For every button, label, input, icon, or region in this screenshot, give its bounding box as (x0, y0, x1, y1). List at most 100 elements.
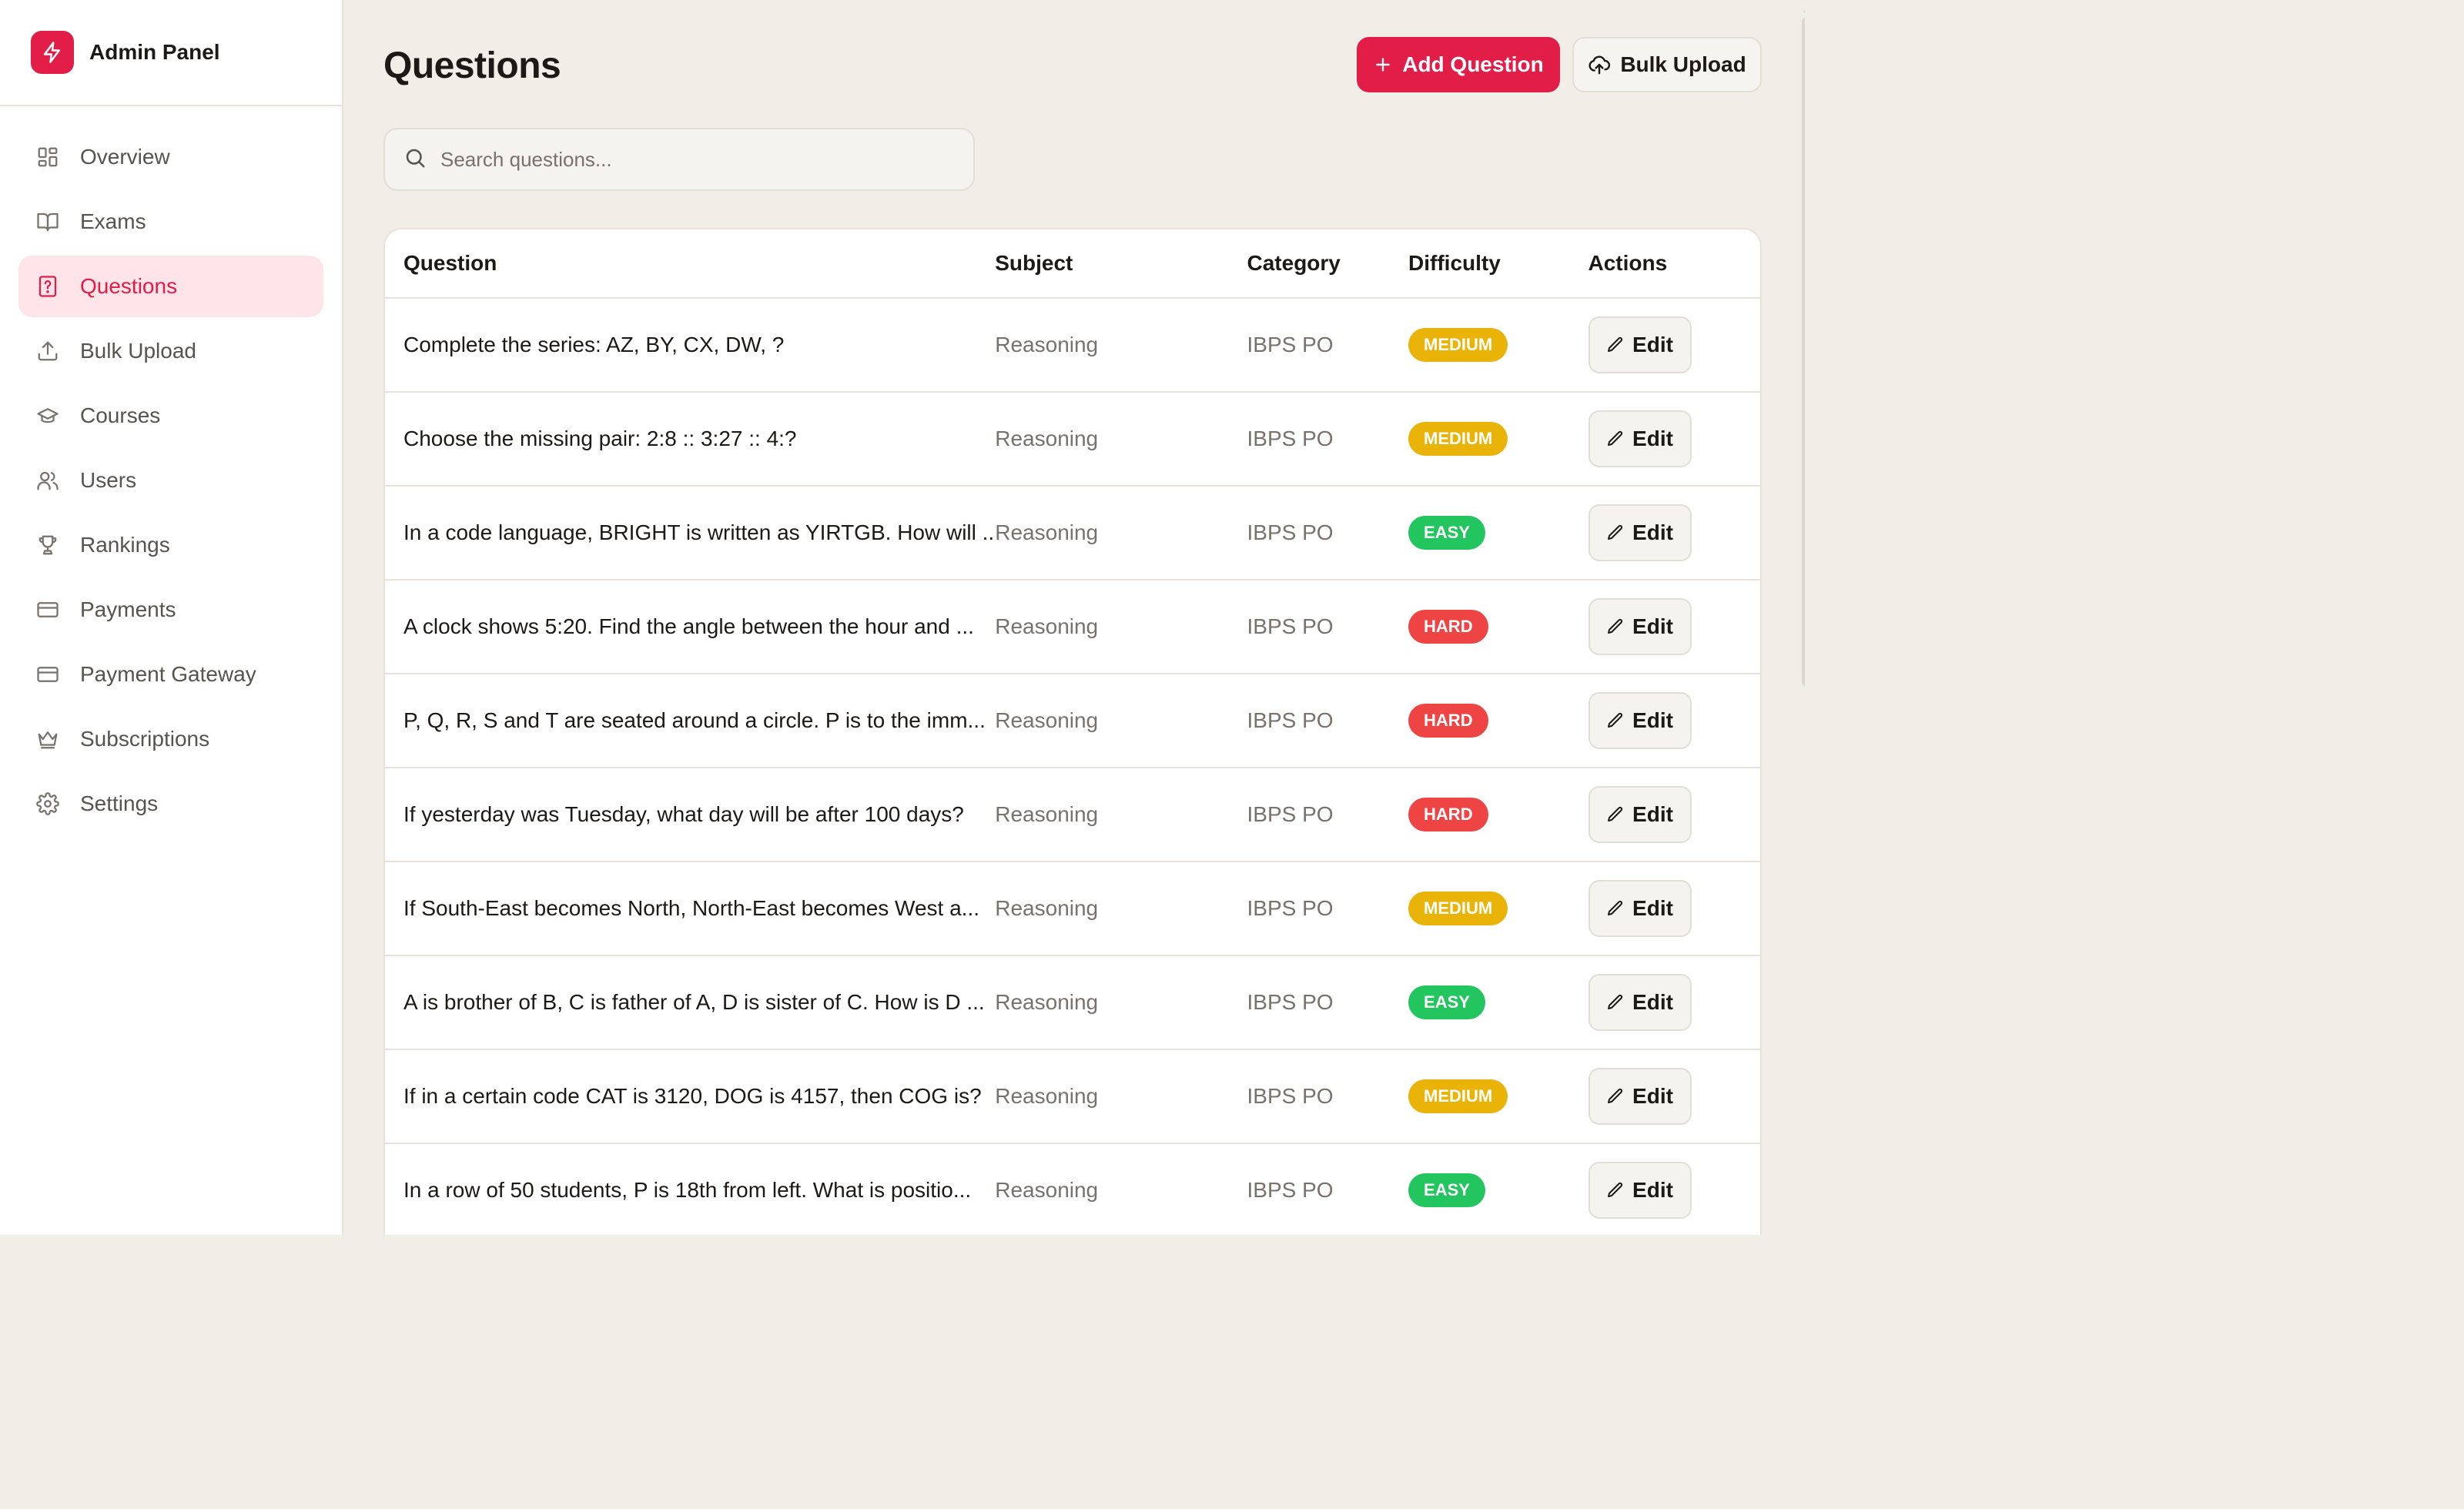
sidebar: Admin Panel Overview Exams Questions Bul… (0, 0, 343, 1235)
column-header-category: Category (1247, 251, 1341, 275)
upload-icon (35, 339, 60, 363)
sidebar-item-settings[interactable]: Settings (18, 773, 323, 835)
sidebar-item-overview[interactable]: Overview (18, 126, 323, 188)
sidebar-item-label: Payment Gateway (80, 662, 256, 686)
main-content: Questions Add Question Bulk Upload Quest… (343, 0, 1805, 1235)
table-body: Complete the series: AZ, BY, CX, DW, ? R… (385, 299, 1760, 1235)
add-question-label: Add Question (1402, 52, 1544, 76)
edit-button[interactable]: Edit (1588, 786, 1692, 843)
sidebar-item-rankings[interactable]: Rankings (18, 514, 323, 576)
sidebar-item-courses[interactable]: Courses (18, 385, 323, 447)
edit-button[interactable]: Edit (1588, 316, 1692, 373)
sidebar-item-questions[interactable]: Questions (18, 256, 323, 317)
pencil-icon (1606, 1087, 1625, 1106)
search-box[interactable] (383, 128, 975, 191)
lightning-icon (31, 31, 74, 74)
pencil-icon (1606, 524, 1625, 542)
pencil-icon (1606, 430, 1625, 448)
category-cell: IBPS PO (1247, 1084, 1334, 1108)
table-row: A is brother of B, C is father of A, D i… (385, 956, 1760, 1050)
sidebar-item-payment-gateway[interactable]: Payment Gateway (18, 644, 323, 705)
subject-cell: Reasoning (995, 520, 1099, 544)
sidebar-item-label: Courses (80, 403, 161, 427)
edit-button[interactable]: Edit (1588, 410, 1692, 467)
page-title: Questions (383, 45, 561, 86)
pencil-icon (1606, 993, 1625, 1012)
table-header: Question Subject Category Difficulty Act… (385, 229, 1760, 299)
sidebar-item-label: Rankings (80, 533, 170, 557)
scrollbar-thumb[interactable] (1802, 17, 1805, 687)
difficulty-badge: EASY (1408, 985, 1485, 1019)
table-row: Complete the series: AZ, BY, CX, DW, ? R… (385, 299, 1760, 393)
grid-icon (35, 145, 60, 169)
question-file-icon (35, 274, 60, 299)
sidebar-item-label: Settings (80, 791, 159, 815)
table-row: In a code language, BRIGHT is written as… (385, 487, 1760, 581)
credit-card-icon (35, 662, 60, 687)
subject-cell: Reasoning (995, 333, 1099, 356)
sidebar-item-label: Questions (80, 274, 178, 298)
edit-label: Edit (1632, 614, 1673, 638)
difficulty-badge: HARD (1408, 610, 1488, 644)
edit-button[interactable]: Edit (1588, 880, 1692, 937)
category-cell: IBPS PO (1247, 333, 1334, 356)
sidebar-item-payments[interactable]: Payments (18, 579, 323, 641)
gear-icon (35, 791, 60, 816)
bulk-upload-button[interactable]: Bulk Upload (1572, 37, 1762, 92)
category-cell: IBPS PO (1247, 1178, 1334, 1202)
edit-button[interactable]: Edit (1588, 1068, 1692, 1125)
search-input[interactable] (440, 147, 964, 172)
edit-label: Edit (1632, 802, 1673, 826)
sidebar-item-users[interactable]: Users (18, 450, 323, 511)
sidebar-item-label: Users (80, 468, 137, 492)
edit-label: Edit (1632, 1084, 1673, 1108)
scroll-up-arrow[interactable] (1803, 6, 1805, 12)
sidebar-item-label: Payments (80, 597, 176, 621)
question-cell: If yesterday was Tuesday, what day will … (403, 802, 964, 826)
question-cell: In a row of 50 students, P is 18th from … (403, 1178, 972, 1202)
table-row: P, Q, R, S and T are seated around a cir… (385, 674, 1760, 768)
difficulty-badge: MEDIUM (1408, 892, 1508, 925)
trophy-icon (35, 533, 60, 557)
plus-icon (1373, 55, 1393, 75)
difficulty-badge: MEDIUM (1408, 1079, 1508, 1113)
subject-cell: Reasoning (995, 708, 1099, 732)
edit-label: Edit (1632, 427, 1673, 450)
credit-card-icon (35, 597, 60, 622)
column-header-actions: Actions (1588, 251, 1668, 275)
table-row: If yesterday was Tuesday, what day will … (385, 768, 1760, 862)
subject-cell: Reasoning (995, 990, 1099, 1014)
subject-cell: Reasoning (995, 1178, 1099, 1202)
sidebar-item-label: Subscriptions (80, 727, 210, 751)
question-cell: Complete the series: AZ, BY, CX, DW, ? (403, 333, 785, 356)
add-question-button[interactable]: Add Question (1357, 37, 1560, 92)
edit-button[interactable]: Edit (1588, 504, 1692, 561)
crown-icon (35, 727, 60, 751)
category-cell: IBPS PO (1247, 802, 1334, 826)
subject-cell: Reasoning (995, 427, 1099, 450)
difficulty-badge: MEDIUM (1408, 328, 1508, 362)
sidebar-item-label: Exams (80, 209, 146, 233)
table-row: If in a certain code CAT is 3120, DOG is… (385, 1050, 1760, 1144)
brand: Admin Panel (0, 0, 342, 106)
subject-cell: Reasoning (995, 614, 1099, 638)
subject-cell: Reasoning (995, 1084, 1099, 1108)
sidebar-item-bulk-upload[interactable]: Bulk Upload (18, 320, 323, 382)
table-row: A clock shows 5:20. Find the angle betwe… (385, 581, 1760, 674)
edit-label: Edit (1632, 333, 1673, 356)
edit-button[interactable]: Edit (1588, 598, 1692, 655)
pencil-icon (1606, 617, 1625, 636)
subject-cell: Reasoning (995, 802, 1099, 826)
question-cell: In a code language, BRIGHT is written as… (403, 520, 996, 544)
sidebar-item-subscriptions[interactable]: Subscriptions (18, 708, 323, 770)
category-cell: IBPS PO (1247, 990, 1334, 1014)
edit-button[interactable]: Edit (1588, 692, 1692, 749)
category-cell: IBPS PO (1247, 614, 1334, 638)
edit-label: Edit (1632, 896, 1673, 920)
sidebar-item-exams[interactable]: Exams (18, 191, 323, 253)
question-cell: Choose the missing pair: 2:8 :: 3:27 :: … (403, 427, 797, 450)
edit-button[interactable]: Edit (1588, 1162, 1692, 1219)
difficulty-badge: HARD (1408, 798, 1488, 831)
edit-button[interactable]: Edit (1588, 974, 1692, 1031)
question-cell: A clock shows 5:20. Find the angle betwe… (403, 614, 974, 638)
